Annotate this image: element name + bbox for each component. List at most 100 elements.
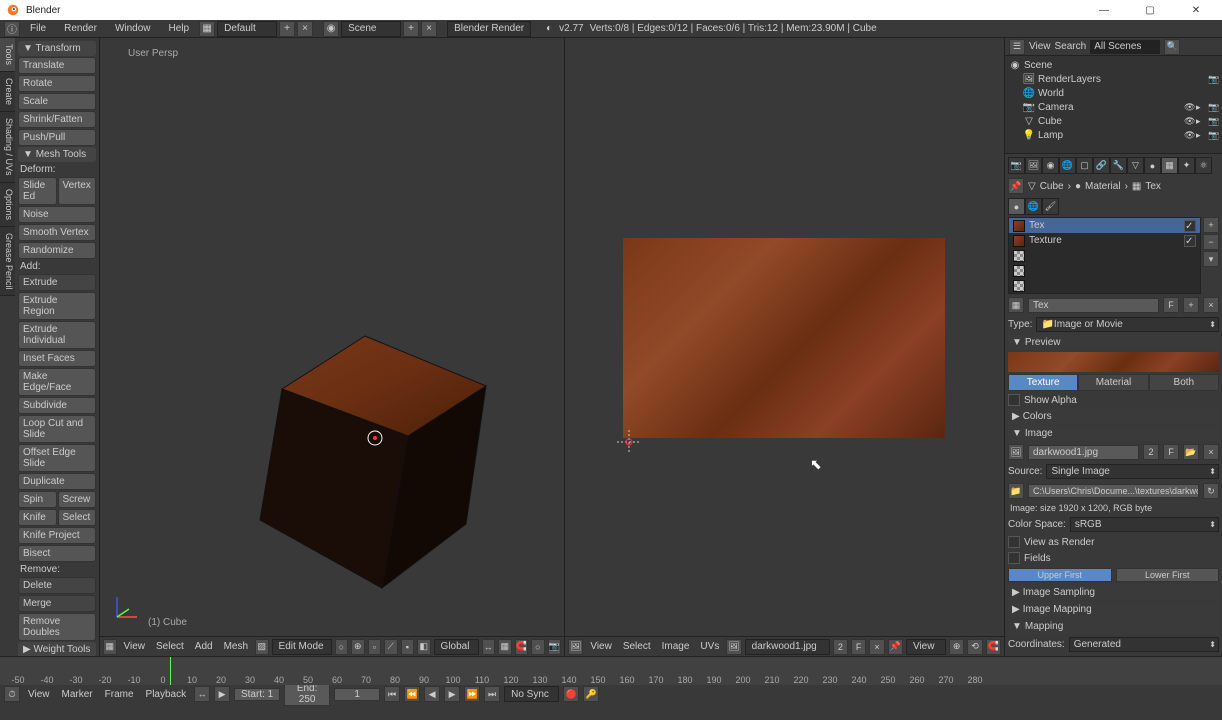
make-edgeface-button[interactable]: Make Edge/Face (18, 368, 96, 396)
prop-tab-object-icon[interactable]: ▢ (1076, 157, 1093, 174)
tex-fake-icon[interactable]: F (1163, 297, 1179, 313)
tl-keyset-icon[interactable]: 🔑 (583, 686, 599, 702)
outliner-view-menu[interactable]: View (1029, 41, 1051, 52)
toolshelf-tab-create[interactable]: Create (0, 72, 15, 112)
image-browse-icon[interactable]: 🖼 (726, 639, 741, 655)
prop-tab-renderlayers-icon[interactable]: 🖼 (1025, 157, 1042, 174)
menu-file[interactable]: File (22, 23, 54, 34)
editor-type-3d-icon[interactable]: ▦ (103, 639, 117, 655)
layout-del-icon[interactable]: × (297, 21, 313, 37)
viewport-cube[interactable] (250, 298, 500, 598)
preview-tab-both[interactable]: Both (1149, 374, 1219, 391)
tl-jump-next-icon[interactable]: ⏩ (464, 686, 480, 702)
3d-viewport[interactable]: User Persp (1) Cube ▦ View Select (100, 38, 564, 656)
scene-del-icon[interactable]: × (421, 21, 437, 37)
prop-tab-data-icon[interactable]: ▽ (1127, 157, 1144, 174)
scene-dropdown[interactable]: Scene (341, 21, 401, 37)
tl-frame-menu[interactable]: Frame (101, 689, 138, 700)
image-unlink2-icon[interactable]: × (1203, 444, 1219, 460)
edge-slide-button[interactable]: Slide Ed (18, 177, 57, 205)
image-browse2-icon[interactable]: 🖼 (1008, 444, 1024, 460)
render-icon[interactable]: 📷 (548, 639, 562, 655)
scale-button[interactable]: Scale (18, 93, 96, 110)
smooth-vertex-button[interactable]: Smooth Vertex (18, 224, 96, 241)
tex-menu-button[interactable]: ▾ (1203, 251, 1219, 267)
inset-faces-button[interactable]: Inset Faces (18, 350, 96, 367)
knife-button[interactable]: Knife (18, 509, 57, 526)
view-render-checkbox[interactable] (1008, 536, 1020, 548)
texture-name-field[interactable]: Tex (1028, 298, 1159, 313)
menu-window[interactable]: Window (107, 23, 159, 34)
face-select-icon[interactable]: ▪ (401, 639, 415, 655)
uv-image-editor[interactable]: ⬉ 🖼 View Select Image UVs 🖼 darkwood1.jp… (564, 38, 1004, 656)
panel-image-mapping[interactable]: ▶ Image Mapping (1008, 602, 1219, 617)
layout-browse-icon[interactable]: ▦ (199, 21, 215, 37)
panel-mesh-tools[interactable]: ▼ Mesh Tools (18, 147, 96, 162)
tl-autoplay-icon[interactable]: ▶ (214, 686, 230, 702)
lower-first-button[interactable]: Lower First (1116, 568, 1220, 582)
remove-doubles-button[interactable]: Remove Doubles (18, 613, 96, 641)
tex-unlink-icon[interactable]: × (1203, 297, 1219, 313)
image-users-icon[interactable]: 2 (833, 639, 848, 655)
image-open-icon[interactable]: 📂 (1183, 444, 1199, 460)
tl-autokey-icon[interactable]: 🔴 (563, 686, 579, 702)
tex-context-material-icon[interactable]: ● (1008, 198, 1025, 215)
image-fake2-icon[interactable]: F (1163, 444, 1179, 460)
pushpull-button[interactable]: Push/Pull (18, 129, 96, 146)
knife-select-button[interactable]: Select (58, 509, 97, 526)
toolshelf-tab-grease[interactable]: Grease Pencil (0, 227, 15, 297)
toolshelf-tab-options[interactable]: Options (0, 183, 15, 227)
prop-tab-modifiers-icon[interactable]: 🔧 (1110, 157, 1127, 174)
tl-play-icon[interactable]: ▶ (444, 686, 460, 702)
uv-uvs-menu[interactable]: UVs (696, 641, 723, 652)
orientation-dropdown[interactable]: Global (434, 639, 479, 655)
delete-button[interactable]: Delete (18, 577, 96, 594)
layout-dropdown[interactable]: Default (217, 21, 277, 37)
cam-icon[interactable]: 📷 (1208, 74, 1218, 84)
add-menu[interactable]: Add (191, 641, 217, 652)
prop-tab-scene-icon[interactable]: ◉ (1042, 157, 1059, 174)
coords-dropdown[interactable]: Generated (1069, 637, 1219, 652)
eye-icon[interactable]: 👁 (1184, 130, 1194, 140)
uv-mode-dropdown[interactable]: View (906, 639, 946, 655)
outliner-item[interactable]: 💡Lamp👁▸📷 (1009, 128, 1218, 142)
texture-slot[interactable]: Texture✓ (1009, 233, 1200, 248)
uv-view-menu[interactable]: View (586, 641, 616, 652)
colorspace-dropdown[interactable]: sRGB (1070, 517, 1219, 532)
layout-add-icon[interactable]: + (279, 21, 295, 37)
panel-weight-tools[interactable]: ▶ Weight Tools (18, 642, 96, 656)
panel-transform[interactable]: ▼ Transform (18, 41, 96, 56)
tex-new-icon[interactable]: + (1183, 297, 1199, 313)
upper-first-button[interactable]: Upper First (1008, 568, 1112, 582)
editor-type-timeline-icon[interactable]: ⏱ (4, 686, 20, 702)
tl-marker-menu[interactable]: Marker (58, 689, 97, 700)
mode-icon[interactable]: ▨ (255, 639, 269, 655)
fields-checkbox[interactable] (1008, 552, 1020, 564)
tex-context-brush-icon[interactable]: 🖌 (1042, 198, 1059, 215)
prop-tab-render-icon[interactable]: 📷 (1008, 157, 1025, 174)
uv-image-menu[interactable]: Image (658, 641, 694, 652)
close-button[interactable]: ✕ (1176, 0, 1216, 20)
sel-icon[interactable]: ▸ (1196, 116, 1206, 126)
outliner-item[interactable]: ◉Scene (1009, 58, 1218, 72)
view-menu[interactable]: View (120, 641, 150, 652)
panel-image[interactable]: ▼ Image (1008, 426, 1219, 441)
filepath-icon[interactable]: 📁 (1008, 483, 1024, 499)
tl-jump-start-icon[interactable]: ⏮ (384, 686, 400, 702)
minimize-button[interactable]: — (1084, 0, 1124, 20)
prop-tab-texture-icon[interactable]: ▦ (1161, 157, 1178, 174)
tl-start-field[interactable]: Start: 1 (234, 688, 280, 701)
shading-icon[interactable]: ○ (335, 639, 349, 655)
prop-tab-world-icon[interactable]: 🌐 (1059, 157, 1076, 174)
tl-current-field[interactable]: 1 (334, 688, 380, 701)
menu-render[interactable]: Render (56, 23, 105, 34)
tl-end-field[interactable]: End: 250 (284, 682, 330, 706)
duplicate-button[interactable]: Duplicate (18, 473, 96, 490)
preview-tab-texture[interactable]: Texture (1008, 374, 1078, 391)
outliner-item[interactable]: 🖼RenderLayers📷 (1009, 72, 1218, 86)
engine-dropdown[interactable]: Blender Render (447, 21, 531, 37)
manipulator-icon[interactable]: ↔ (482, 639, 496, 655)
texture-slot[interactable] (1009, 263, 1200, 278)
bisect-button[interactable]: Bisect (18, 545, 96, 562)
screw-button[interactable]: Screw (58, 491, 97, 508)
